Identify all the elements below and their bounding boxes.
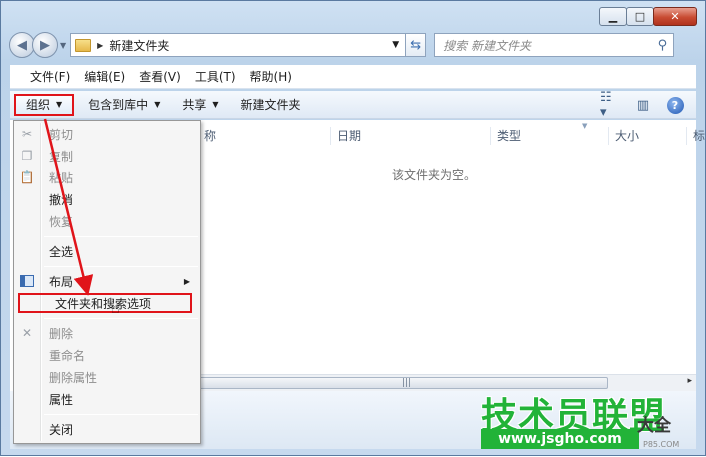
watermark-side: 大全 — [637, 416, 671, 436]
watermark-small: P85.COM — [643, 440, 680, 449]
explorer-window: ▁ □ ✕ ◀ ▶ ▼ ▶ 新建文件夹 ▼ ⇆ 搜索 新建文件夹 ⚲ 文件(F)… — [0, 0, 706, 456]
mouse-cursor-icon: ☝ — [111, 301, 120, 317]
watermark: 技术员联盟 www.jsgho.com 大全 P85.COM — [477, 387, 705, 455]
watermark-url: www.jsgho.com — [481, 429, 639, 449]
